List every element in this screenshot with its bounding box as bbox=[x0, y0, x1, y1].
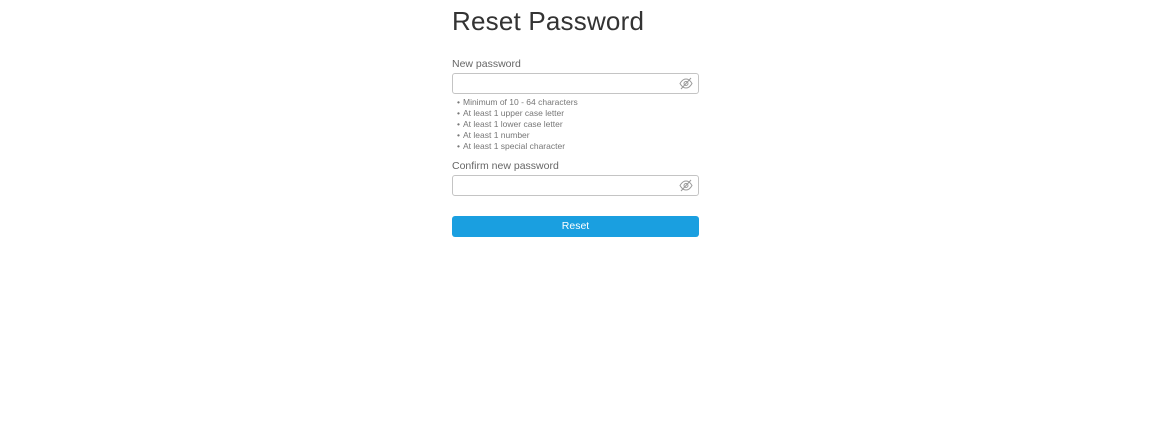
eye-slash-icon[interactable] bbox=[679, 179, 693, 192]
requirement-special-char: At least 1 special character bbox=[457, 141, 699, 152]
confirm-password-label: Confirm new password bbox=[452, 160, 559, 172]
new-password-field-wrapper bbox=[452, 73, 699, 94]
page-title: Reset Password bbox=[452, 6, 645, 36]
requirement-number: At least 1 number bbox=[457, 130, 699, 141]
requirement-lowercase: At least 1 lower case letter bbox=[457, 119, 699, 130]
reset-password-form: Reset Password New password Minimum of 1… bbox=[452, 0, 699, 237]
requirement-uppercase: At least 1 upper case letter bbox=[457, 108, 699, 119]
eye-slash-icon[interactable] bbox=[679, 77, 693, 90]
new-password-input[interactable] bbox=[453, 74, 673, 93]
reset-button[interactable]: Reset bbox=[452, 216, 699, 237]
new-password-label: New password bbox=[452, 58, 521, 70]
page: Reset Password New password Minimum of 1… bbox=[0, 0, 1170, 430]
password-requirements-list: Minimum of 10 - 64 characters At least 1… bbox=[452, 97, 699, 152]
confirm-password-field-wrapper bbox=[452, 175, 699, 196]
requirement-length: Minimum of 10 - 64 characters bbox=[457, 97, 699, 108]
confirm-password-input[interactable] bbox=[453, 176, 673, 195]
